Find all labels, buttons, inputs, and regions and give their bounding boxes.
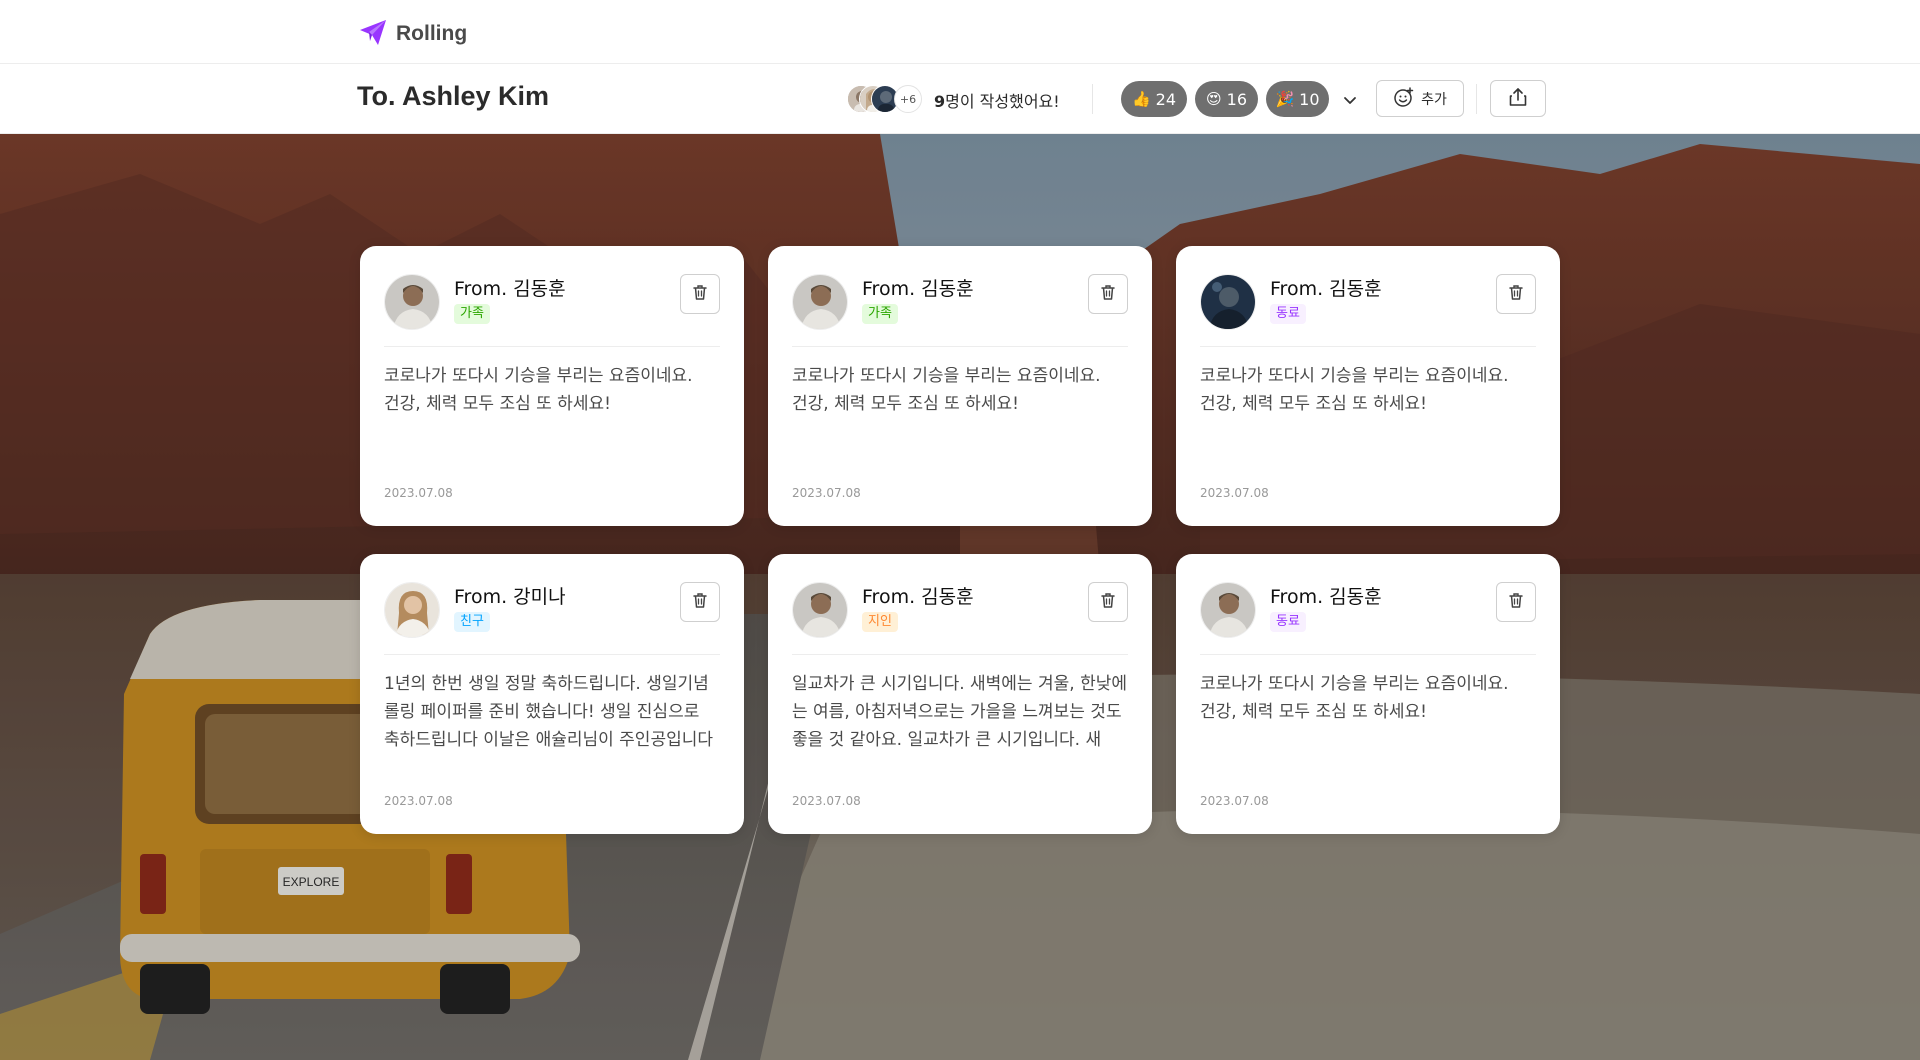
sender-name: From. 김동훈	[862, 586, 974, 608]
logo-text: Rolling	[396, 22, 468, 45]
delete-button[interactable]	[1088, 582, 1128, 622]
trash-icon	[1099, 283, 1117, 305]
writer-avatars: +6	[847, 85, 923, 113]
reaction-badge[interactable]: 🎉 10	[1266, 81, 1329, 117]
delete-button[interactable]	[680, 274, 720, 314]
message-card[interactable]: From. 강미나친구 1년의 한번 생일 정말 축하드립니다. 생일기념 롤링 …	[360, 554, 744, 834]
trash-icon	[1507, 283, 1525, 305]
sender-avatar	[792, 274, 848, 330]
sender-name: From. 김동훈	[1270, 278, 1382, 300]
card-divider	[1200, 346, 1536, 347]
message-date: 2023.07.08	[1200, 794, 1269, 808]
reaction-count: 16	[1226, 89, 1247, 109]
message-text: 코로나가 또다시 기승을 부리는 요즘이네요. 건강, 체력 모두 조심 또 하…	[792, 366, 1101, 414]
sender-name: From. 김동훈	[862, 278, 974, 300]
divider	[1476, 84, 1477, 114]
trash-icon	[691, 283, 709, 305]
message-date: 2023.07.08	[384, 794, 453, 808]
card-divider	[1200, 654, 1536, 655]
message-card[interactable]: From. 김동훈지인일교차가 큰 시기입니다. 새벽에는 겨울, 한낮에는 여…	[768, 554, 1152, 834]
trash-icon	[1099, 591, 1117, 613]
message-card[interactable]: From. 김동훈동료코로나가 또다시 기승을 부리는 요즘이네요. 건강, 체…	[1176, 246, 1560, 526]
reaction-badge[interactable]: 👍 24	[1121, 81, 1187, 117]
trash-icon	[1507, 591, 1525, 613]
trash-icon	[691, 591, 709, 613]
relation-badge: 동료	[1270, 612, 1306, 632]
message-date: 2023.07.08	[384, 486, 453, 500]
card-divider	[792, 346, 1128, 347]
heart-eyes-icon: 😍	[1206, 90, 1222, 108]
page-header: To. Ashley Kim +6 9명이 작성했어요! 👍 24 😍 16 🎉…	[0, 64, 1920, 134]
message-card[interactable]: From. 김동훈동료코로나가 또다시 기승을 부리는 요즘이네요. 건강, 체…	[1176, 554, 1560, 834]
message-card[interactable]: From. 김동훈가족코로나가 또다시 기승을 부리는 요즘이네요. 건강, 체…	[360, 246, 744, 526]
writer-count-text: 명이 작성했어요!	[945, 92, 1060, 111]
avatars-more-count: +6	[894, 85, 922, 113]
relation-badge: 동료	[1270, 304, 1306, 324]
top-nav: Rolling	[0, 0, 1920, 64]
delete-button[interactable]	[1088, 274, 1128, 314]
reaction-count: 24	[1155, 89, 1177, 109]
message-card[interactable]: From. 김동훈가족코로나가 또다시 기승을 부리는 요즘이네요. 건강, 체…	[768, 246, 1152, 526]
divider	[1092, 84, 1093, 114]
reaction-count: 10	[1299, 89, 1320, 109]
sender-name: From. 김동훈	[1270, 586, 1382, 608]
sender-name: From. 강미나	[454, 586, 566, 608]
message-text: 1년의 한번 생일 정말 축하드립니다. 생일기념 롤링 페이퍼를 준비 했습니…	[384, 674, 714, 750]
reaction-badge[interactable]: 😍 16	[1195, 81, 1258, 117]
relation-badge: 친구	[454, 612, 490, 632]
add-reaction-button[interactable]: 추가	[1376, 80, 1464, 117]
chevron-down-icon[interactable]	[1338, 88, 1362, 112]
delete-button[interactable]	[680, 582, 720, 622]
sender-avatar	[792, 582, 848, 638]
sender-avatar	[1200, 582, 1256, 638]
message-text: 일교차가 큰 시기입니다. 새벽에는 겨울, 한낮에는 여름, 아침저녁으로는 …	[792, 674, 1127, 750]
delete-button[interactable]	[1496, 582, 1536, 622]
sender-avatar	[384, 582, 440, 638]
message-date: 2023.07.08	[792, 486, 861, 500]
message-date: 2023.07.08	[792, 794, 861, 808]
share-button[interactable]	[1490, 80, 1546, 117]
card-divider	[792, 654, 1128, 655]
writer-count-number: 9	[934, 92, 946, 111]
thumbs-up-icon: 👍	[1131, 90, 1151, 108]
add-emoji-icon	[1393, 86, 1415, 112]
card-divider	[384, 346, 720, 347]
card-divider	[384, 654, 720, 655]
paper-plane-icon	[358, 17, 388, 51]
writer-count: 9명이 작성했어요!	[934, 88, 1060, 112]
sender-avatar	[384, 274, 440, 330]
delete-button[interactable]	[1496, 274, 1536, 314]
message-text: 코로나가 또다시 기승을 부리는 요즘이네요. 건강, 체력 모두 조심 또 하…	[384, 366, 693, 414]
relation-badge: 지인	[862, 612, 898, 632]
add-reaction-label: 추가	[1421, 91, 1447, 108]
message-date: 2023.07.08	[1200, 486, 1269, 500]
message-text: 코로나가 또다시 기승을 부리는 요즘이네요. 건강, 체력 모두 조심 또 하…	[1200, 366, 1509, 414]
message-text: 코로나가 또다시 기승을 부리는 요즘이네요. 건강, 체력 모두 조심 또 하…	[1200, 674, 1509, 722]
sender-name: From. 김동훈	[454, 278, 566, 300]
sender-avatar	[1200, 274, 1256, 330]
share-icon	[1507, 86, 1529, 112]
party-popper-icon: 🎉	[1275, 90, 1295, 108]
relation-badge: 가족	[862, 304, 898, 324]
page-title: To. Ashley Kim	[357, 81, 550, 111]
logo[interactable]: Rolling	[358, 17, 467, 51]
relation-badge: 가족	[454, 304, 490, 324]
